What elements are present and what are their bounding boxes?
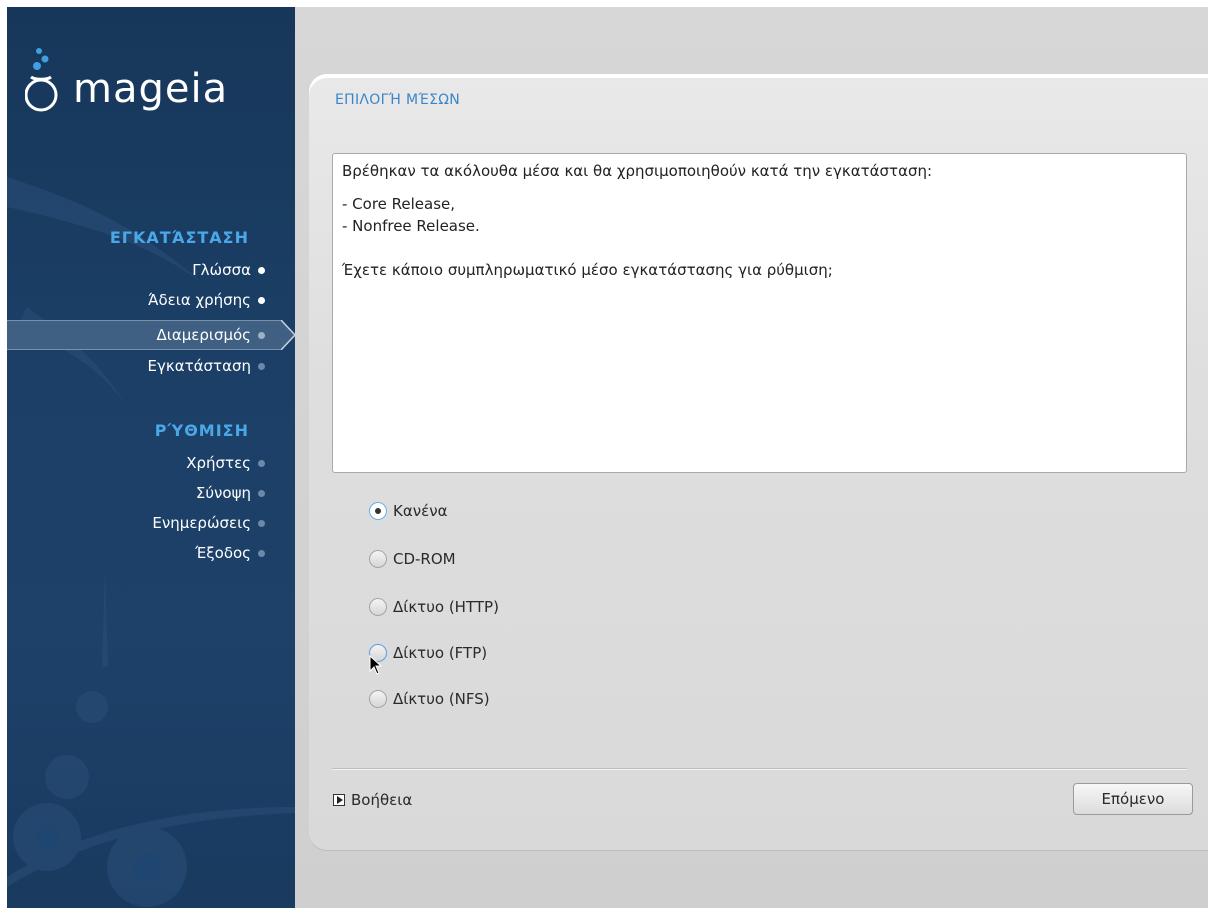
sidebar-step-label: Γλώσσα — [192, 261, 251, 279]
sidebar-step-label: Ενημερώσεις — [152, 514, 251, 532]
footer-separator — [332, 768, 1187, 770]
sidebar-step-label: Διαμερισμός — [156, 326, 251, 344]
sidebar-step-label: Έξοδος — [195, 544, 251, 562]
radio-option-http[interactable]: Δίκτυο (HTTP) — [369, 595, 499, 619]
radio-label: Δίκτυο (HTTP) — [393, 598, 499, 616]
radio-label: CD-ROM — [393, 550, 456, 568]
sidebar-step-users: Χρήστες — [186, 452, 265, 474]
logo-text: mageia — [73, 66, 229, 112]
main-area: ΕΠΙΛΟΓΉ ΜΈΣΩΝ Βρέθηκαν τα ακόλουθα μέσα … — [295, 7, 1208, 908]
radio-option-none[interactable]: Κανένα — [369, 499, 447, 523]
step-current-dot-icon — [258, 331, 265, 339]
sidebar-step-label: Εγκατάσταση — [147, 357, 251, 375]
sidebar-step-label: Σύνοψη — [195, 484, 251, 502]
next-button[interactable]: Επόμενο — [1073, 783, 1193, 815]
step-todo-dot-icon — [258, 362, 265, 370]
expand-arrow-icon[interactable] — [333, 794, 345, 806]
radio-option-cdrom[interactable]: CD-ROM — [369, 547, 456, 571]
info-line: Βρέθηκαν τα ακόλουθα μέσα και θα χρησιμο… — [342, 162, 933, 180]
section-header-install: ΕΓΚΑΤΆΣΤΑΣΗ — [109, 228, 249, 247]
mageia-logo-icon — [25, 48, 58, 112]
sidebar-step-exit: Έξοδος — [195, 542, 265, 564]
radio-option-nfs[interactable]: Δίκτυο (NFS) — [369, 687, 490, 711]
sidebar-step-language: Γλώσσα — [192, 259, 265, 281]
radio-checked-icon[interactable] — [369, 502, 387, 520]
sidebar: mageia ΕΓΚΑΤΆΣΤΑΣΗ Γλώσσα Άδεια χρήσης Δ… — [7, 7, 295, 908]
sidebar-step-label: Χρήστες — [186, 454, 251, 472]
radio-unchecked-icon[interactable] — [369, 598, 387, 616]
step-todo-dot-icon — [258, 549, 265, 557]
radio-unchecked-icon[interactable] — [369, 550, 387, 568]
step-todo-dot-icon — [258, 459, 265, 467]
help-label: Βοήθεια — [351, 791, 413, 809]
step-done-dot-icon — [258, 266, 265, 274]
sidebar-step-label: Άδεια χρήσης — [148, 291, 251, 309]
help-expander[interactable]: Βοήθεια — [333, 789, 412, 811]
sidebar-step-partitioning: Διαμερισμός — [7, 320, 295, 350]
section-header-config: ΡΎΘΜΙΣΗ — [154, 421, 249, 440]
mouse-pointer-icon — [369, 655, 383, 675]
sidebar-step-license: Άδεια χρήσης — [148, 289, 265, 311]
radio-label: Δίκτυο (NFS) — [393, 690, 490, 708]
info-line: - Core Release, — [342, 195, 456, 213]
radio-label: Κανένα — [393, 502, 448, 520]
radio-label: Δίκτυο (FTP) — [393, 644, 488, 662]
step-done-dot-icon — [258, 296, 265, 304]
sidebar-step-installation: Εγκατάσταση — [148, 355, 265, 377]
step-todo-dot-icon — [258, 519, 265, 527]
media-info-box: Βρέθηκαν τα ακόλουθα μέσα και θα χρησιμο… — [332, 153, 1187, 473]
radio-unchecked-icon[interactable] — [369, 690, 387, 708]
radio-option-ftp[interactable]: Δίκτυο (FTP) — [369, 641, 487, 665]
page-title: ΕΠΙΛΟΓΉ ΜΈΣΩΝ — [335, 92, 460, 108]
info-line: Έχετε κάποιο συμπληρωματικό μέσο εγκατάσ… — [342, 261, 833, 279]
sidebar-step-updates: Ενημερώσεις — [152, 512, 265, 534]
sidebar-step-summary: Σύνοψη — [196, 482, 265, 504]
info-line: - Nonfree Release. — [342, 217, 480, 235]
step-todo-dot-icon — [258, 489, 265, 497]
